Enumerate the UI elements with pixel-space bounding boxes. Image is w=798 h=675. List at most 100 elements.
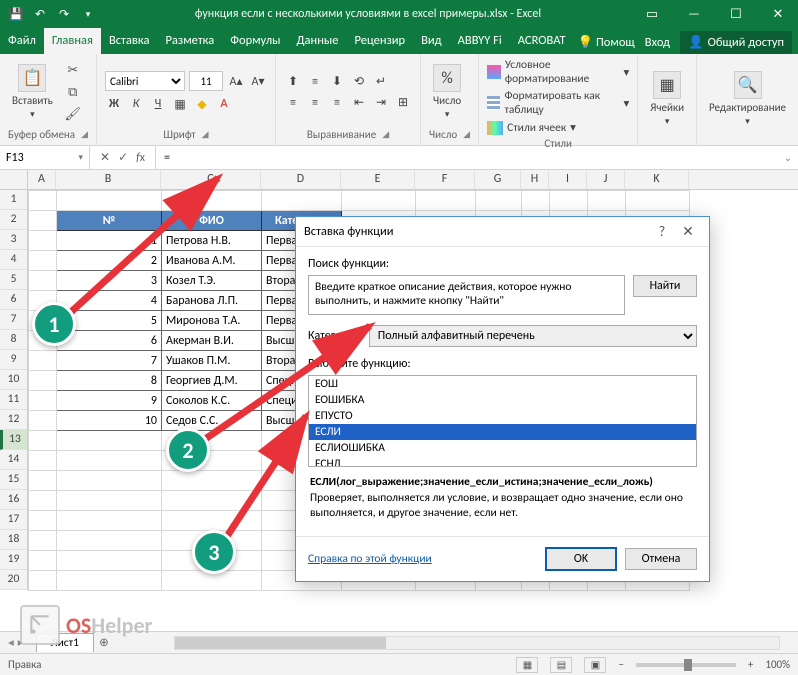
cell[interactable]: ФИО [162,211,262,231]
cell[interactable]: 4 [57,291,162,311]
cell[interactable] [162,491,262,511]
align-launcher-icon[interactable]: ◢ [382,129,389,140]
row-header[interactable]: 3 [0,230,27,250]
row-header[interactable]: 16 [0,490,27,510]
share-button[interactable]: 👤 Общий доступ [680,31,792,54]
insert-function-icon[interactable]: fx [136,151,145,165]
orientation-icon[interactable]: ⟲ [350,73,368,91]
cell[interactable] [29,351,57,371]
column-header[interactable]: E [341,170,415,189]
row-header[interactable]: 12 [0,410,27,430]
align-left-icon[interactable]: ≡ [284,94,302,112]
column-header[interactable]: H [521,170,549,189]
tab-acrobat[interactable]: ACROBAT [510,28,574,54]
cell[interactable] [29,571,57,591]
column-header[interactable]: C [161,170,261,189]
function-list-item[interactable]: ЕСЛИОШИБКА [309,440,696,456]
cell[interactable] [29,531,57,551]
cell[interactable] [29,231,57,251]
cell[interactable] [29,491,57,511]
wrap-text-icon[interactable]: ↵ [372,73,390,91]
align-bottom-icon[interactable]: ⬇ [328,73,346,91]
number-launcher-icon[interactable]: ◢ [463,129,470,140]
row-header[interactable]: 19 [0,550,27,570]
cell[interactable]: Петрова Н.В. [162,231,262,251]
formula-input[interactable]: = [155,146,778,169]
cell[interactable]: Соколов К.С. [162,391,262,411]
sign-in[interactable]: Вход [645,35,670,50]
cell[interactable] [57,451,162,471]
cell[interactable]: Акерман В.И. [162,331,262,351]
cell[interactable] [476,191,522,211]
cell[interactable]: 9 [57,391,162,411]
cell[interactable] [162,471,262,491]
cell[interactable]: Иванова А.М. [162,251,262,271]
cell[interactable]: Седов С.С. [162,411,262,431]
cell[interactable] [29,411,57,431]
cell[interactable] [626,191,690,211]
cell[interactable] [57,491,162,511]
qat-customize-icon[interactable]: ▾ [78,4,98,24]
function-help-link[interactable]: Справка по этой функции [308,552,432,566]
cut-icon[interactable]: ✂ [63,60,83,80]
tab-view[interactable]: Вид [413,28,450,54]
align-middle-icon[interactable]: ≡ [306,73,324,91]
italic-icon[interactable]: К [127,95,145,113]
name-box[interactable]: F13▾ [0,146,90,169]
cell[interactable] [342,191,416,211]
cell[interactable] [57,551,162,571]
row-header[interactable]: 11 [0,390,27,410]
function-list-item[interactable]: ЕПУСТО [309,408,696,424]
expand-formula-bar-icon[interactable]: ⌄ [778,151,798,164]
tab-home[interactable]: Главная [44,28,101,54]
tell-me[interactable]: 💡 Помощ [578,35,635,50]
number-format-button[interactable]: % Число ▾ [429,62,465,122]
cell[interactable] [522,191,550,211]
cell[interactable] [29,551,57,571]
cell[interactable] [29,191,57,211]
dialog-close-icon[interactable]: ✕ [675,223,701,240]
conditional-formatting-button[interactable]: Условное форматирование ▾ [487,58,629,86]
cell[interactable]: 7 [57,351,162,371]
cell-styles-button[interactable]: Стили ячеек ▾ [487,120,629,135]
paste-button[interactable]: 📋 Вставить ▾ [8,62,57,122]
row-header[interactable]: 2 [0,210,27,230]
cell[interactable] [416,191,476,211]
cell[interactable] [29,431,57,451]
dialog-help-icon[interactable]: ? [649,223,675,240]
editing-button[interactable]: 🔍Редактирование▾ [705,69,790,129]
cancel-button[interactable]: Отмена [625,548,697,570]
decrease-indent-icon[interactable]: ⇤ [350,94,368,112]
fill-color-icon[interactable]: ◆ [193,95,211,113]
cell[interactable]: Георгиев Д.М. [162,371,262,391]
view-normal-icon[interactable]: ▦ [516,657,538,673]
row-header[interactable]: 13 [0,430,27,450]
cell[interactable] [57,571,162,591]
column-header[interactable]: D [261,170,341,189]
column-header[interactable]: J [587,170,625,189]
row-header[interactable]: 10 [0,370,27,390]
row-header[interactable]: 17 [0,510,27,530]
category-select[interactable]: Полный алфавитный перечень [369,325,697,347]
format-as-table-button[interactable]: Форматировать как таблицу ▾ [487,89,629,117]
function-list-item[interactable]: ЕСЛИ [309,424,696,440]
underline-icon[interactable]: Ч [149,95,167,113]
cell[interactable]: 1 [57,231,162,251]
select-all-corner[interactable] [0,170,28,189]
clipboard-launcher-icon[interactable]: ◢ [81,129,88,140]
bold-icon[interactable]: Ж [105,95,123,113]
cell[interactable] [29,451,57,471]
function-list-item[interactable]: ЕСНД [309,456,696,467]
tab-insert[interactable]: Вставка [101,28,158,54]
horizontal-scrollbar[interactable] [174,636,780,650]
cell[interactable] [29,391,57,411]
cell[interactable] [588,191,626,211]
cell[interactable] [29,271,57,291]
font-color-icon[interactable]: A [215,95,233,113]
cell[interactable]: 10 [57,411,162,431]
cell[interactable] [162,191,262,211]
cell[interactable] [262,191,342,211]
column-header[interactable]: I [549,170,587,189]
redo-icon[interactable]: ↷ [54,4,74,24]
row-header[interactable]: 9 [0,350,27,370]
